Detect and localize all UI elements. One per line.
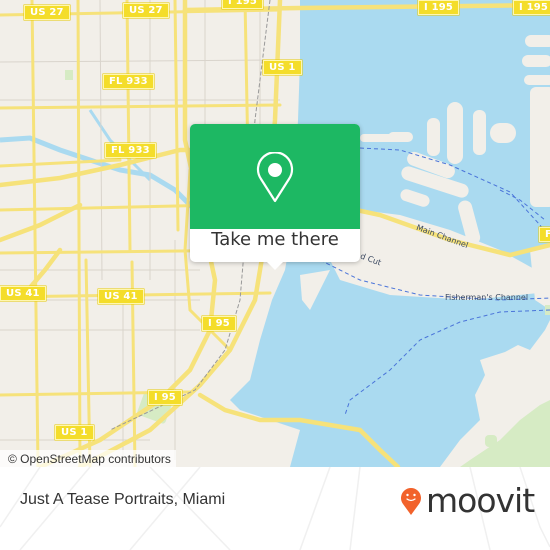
map-attribution[interactable]: © OpenStreetMap contributors <box>0 450 176 467</box>
shield-i95-north: I 95 <box>202 316 236 331</box>
popup-header <box>190 124 360 229</box>
moovit-wordmark: moovit <box>426 481 535 520</box>
shield-i95-south: I 95 <box>148 390 182 405</box>
shield-us27-west: US 27 <box>24 5 70 20</box>
shield-us41-east: US 41 <box>98 289 144 304</box>
footer-bar: Just A Tease Portraits, Miami moovit <box>0 467 550 550</box>
popup-pointer <box>266 261 284 270</box>
shield-i195-center: I 195 <box>418 0 460 15</box>
take-me-there-button[interactable]: Take me there <box>190 229 360 262</box>
shield-us1-south: US 1 <box>55 425 94 440</box>
place-name: Just A Tease Portraits, Miami <box>20 491 226 508</box>
shield-us27-east: US 27 <box>123 3 169 18</box>
shield-us1-north: US 1 <box>263 60 302 75</box>
map-view[interactable]: US 27 US 27 I 195 I 195 I 195 US 1 FL 93… <box>0 0 550 467</box>
shield-i195-west: I 195 <box>222 0 264 9</box>
shield-i195-east: I 195 <box>513 0 550 15</box>
shield-us41-west: US 41 <box>0 286 46 301</box>
shield-partial-east: F <box>539 227 550 242</box>
moovit-logo[interactable]: moovit <box>400 481 535 520</box>
moovit-smiley-pin-icon <box>401 487 421 515</box>
shield-fl933-north: FL 933 <box>103 74 154 89</box>
shield-fl933-south: FL 933 <box>105 143 156 158</box>
label-fishermans-channel: Fisherman's Channel <box>445 293 529 302</box>
location-popup: Take me there <box>190 124 360 270</box>
map-pin-icon <box>256 152 294 203</box>
